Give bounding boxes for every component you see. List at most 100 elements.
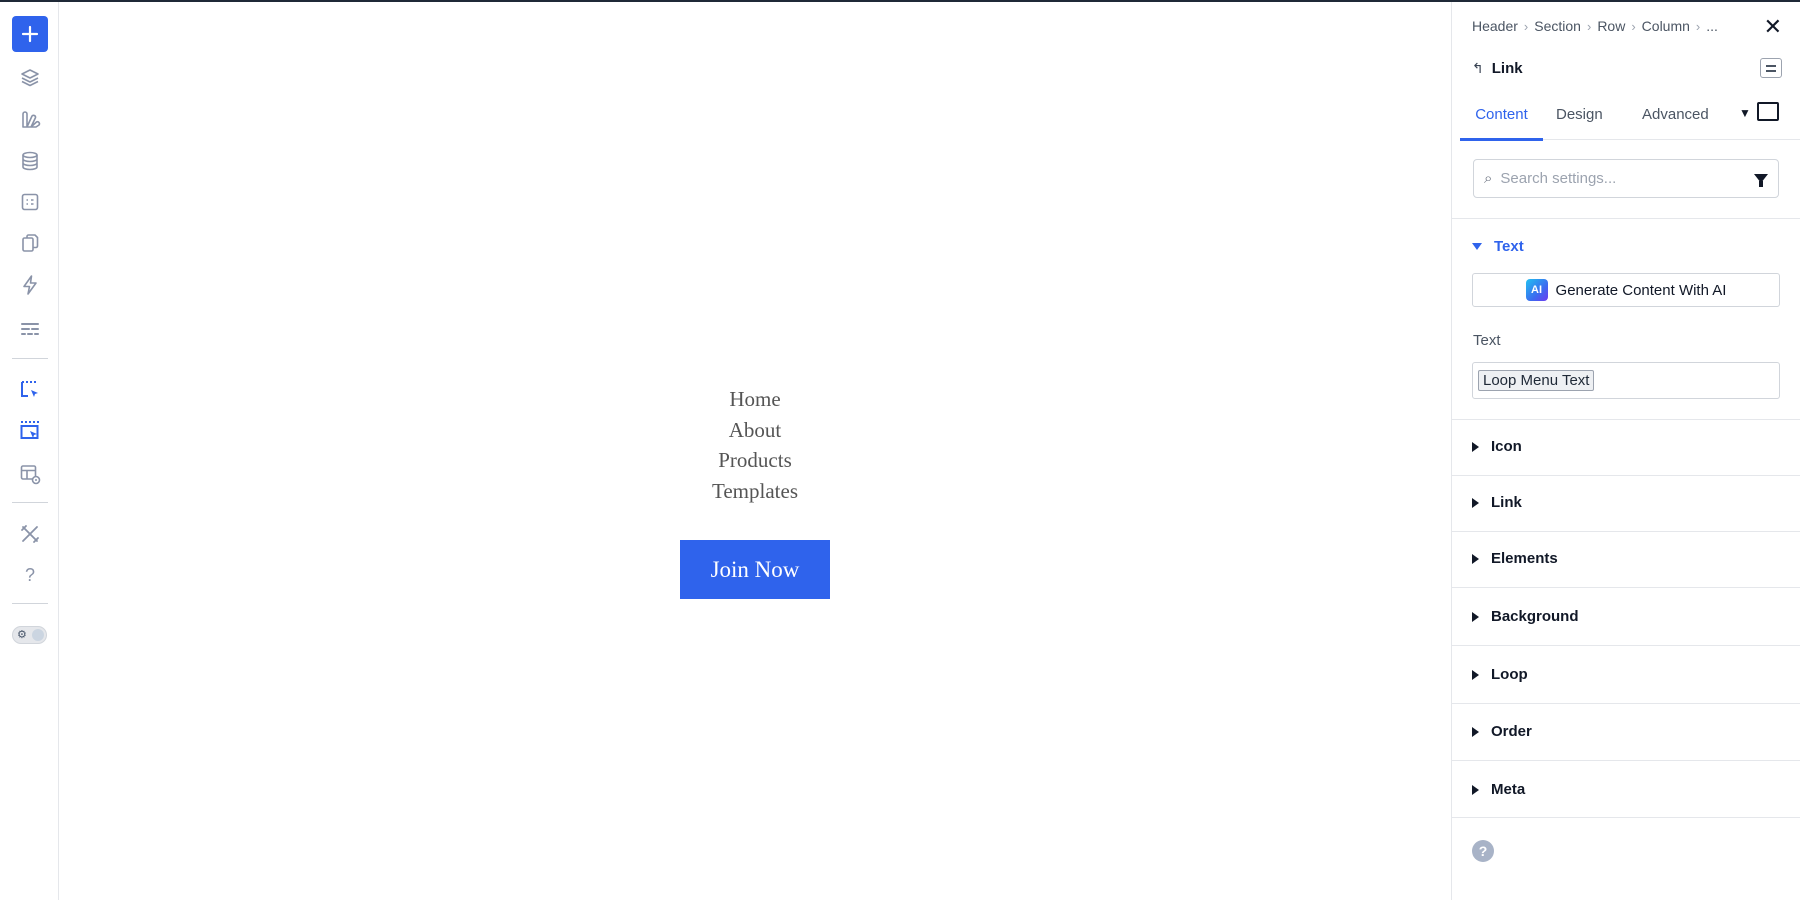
divider [1452, 531, 1800, 532]
section-loop[interactable]: Loop [1472, 666, 1528, 683]
layout-toggle-button[interactable] [1760, 58, 1782, 78]
text-field[interactable]: Loop Menu Text [1472, 362, 1780, 399]
caret-down-icon[interactable]: ▼ [1739, 106, 1751, 120]
menu-item-home[interactable]: Home [60, 384, 1450, 415]
caret-right-icon [1472, 553, 1479, 564]
breadcrumb-row[interactable]: Row [1597, 18, 1625, 34]
layout-line [1766, 64, 1776, 67]
back-arrow-icon[interactable]: ↰ [1472, 60, 1484, 77]
settings-panel: Header › Section › Row › Column › ... ✕ … [1451, 2, 1800, 900]
section-icon[interactable]: Icon [1472, 438, 1522, 455]
section-meta[interactable]: Meta [1472, 781, 1525, 798]
section-label: Meta [1491, 781, 1526, 798]
dark-mode-toggle[interactable]: ⚙ [12, 626, 47, 644]
section-text[interactable]: Text [1472, 238, 1524, 255]
section-label: Loop [1491, 666, 1528, 683]
close-icon: ✕ [1763, 14, 1782, 39]
close-button[interactable]: ✕ [1764, 16, 1782, 38]
section-text-label: Text [1494, 238, 1524, 255]
database-icon [22, 151, 38, 171]
caret-right-icon [1472, 441, 1479, 452]
breadcrumb-more[interactable]: ... [1706, 18, 1718, 34]
join-now-button[interactable]: Join Now [680, 540, 830, 599]
search-icon: ⌕ [1484, 170, 1493, 187]
sections-button[interactable] [12, 311, 48, 347]
breadcrumb-column[interactable]: Column [1642, 18, 1690, 34]
divider [1452, 587, 1800, 588]
lightning-icon [23, 275, 37, 295]
pages-icon [22, 234, 39, 252]
text-field-label: Text [1473, 332, 1501, 349]
menu-item-products[interactable]: Products [60, 445, 1450, 476]
section-background[interactable]: Background [1472, 608, 1579, 625]
divider [1452, 645, 1800, 646]
generate-ai-label: Generate Content With AI [1555, 281, 1727, 299]
help-button[interactable]: ? [12, 557, 48, 593]
toolbar-divider [12, 603, 48, 604]
element-title-label: Link [1491, 60, 1523, 77]
section-order[interactable]: Order [1472, 723, 1532, 740]
help-icon: ? [24, 564, 35, 585]
tools-button[interactable] [12, 516, 48, 552]
element-title: ↰ Link [1472, 60, 1523, 77]
preview-layout-button[interactable] [12, 456, 48, 492]
tab-advanced[interactable]: Advanced [1642, 98, 1709, 140]
select-element-active-icon [20, 421, 39, 439]
caret-right-icon [1472, 784, 1479, 795]
section-elements[interactable]: Elements [1472, 550, 1558, 567]
dynamic-content-chip[interactable]: Loop Menu Text [1478, 370, 1595, 391]
panel-tabs: Content Design Advanced ▼ [1460, 98, 1800, 141]
left-toolbar: ? ⚙ [0, 2, 59, 900]
breadcrumb-section[interactable]: Section [1534, 18, 1581, 34]
tab-design[interactable]: Design [1556, 98, 1603, 140]
filter-icon[interactable] [1754, 174, 1768, 187]
breadcrumb-header[interactable]: Header [1472, 18, 1518, 34]
form-button[interactable] [12, 184, 48, 220]
section-link[interactable]: Link [1472, 494, 1522, 511]
settings-search: ⌕ [1473, 159, 1779, 198]
chevron-right-icon: › [1586, 18, 1592, 34]
database-button[interactable] [12, 143, 48, 179]
toggle-knob [32, 629, 44, 641]
section-label: Link [1491, 494, 1522, 511]
divider [1452, 760, 1800, 761]
divider [1452, 703, 1800, 704]
help-icon[interactable]: ? [1472, 840, 1494, 862]
chevron-right-icon: › [1523, 18, 1529, 34]
divider [1452, 817, 1800, 818]
layout-line [1766, 69, 1776, 72]
add-element-button[interactable] [12, 16, 48, 52]
chevron-right-icon: › [1631, 18, 1636, 34]
section-label: Background [1491, 608, 1579, 625]
section-label: Elements [1491, 550, 1558, 567]
responsive-view-icon[interactable] [1757, 102, 1779, 121]
section-label: Order [1491, 723, 1532, 740]
menu-item-about[interactable]: About [60, 415, 1450, 446]
caret-right-icon [1472, 497, 1479, 508]
section-label: Icon [1491, 438, 1522, 455]
generate-ai-button[interactable]: AI Generate Content With AI [1472, 273, 1780, 307]
caret-right-icon [1472, 669, 1479, 680]
divider [1452, 419, 1800, 420]
select-element-active-button[interactable] [12, 413, 48, 449]
theme-builder-icon [22, 111, 41, 128]
search-input[interactable] [1500, 170, 1754, 187]
form-icon [21, 193, 39, 211]
menu-item-templates[interactable]: Templates [60, 476, 1450, 507]
ai-icon: AI [1525, 279, 1548, 301]
loop-menu: Home About Products Templates [60, 384, 1450, 506]
chevron-right-icon: › [1695, 18, 1701, 34]
toolbar-divider [12, 358, 48, 359]
tab-content[interactable]: Content [1460, 98, 1543, 141]
caret-right-icon [1472, 726, 1479, 737]
layers-button[interactable] [12, 60, 48, 96]
theme-builder-button[interactable] [12, 102, 48, 138]
pages-button[interactable] [12, 225, 48, 261]
select-element-button[interactable] [12, 372, 48, 408]
caret-right-icon [1472, 611, 1479, 622]
breadcrumb: Header › Section › Row › Column › ... [1472, 18, 1718, 34]
interactions-button[interactable] [12, 267, 48, 303]
tools-icon [21, 525, 39, 543]
divider [1452, 475, 1800, 476]
sections-icon [21, 323, 39, 335]
